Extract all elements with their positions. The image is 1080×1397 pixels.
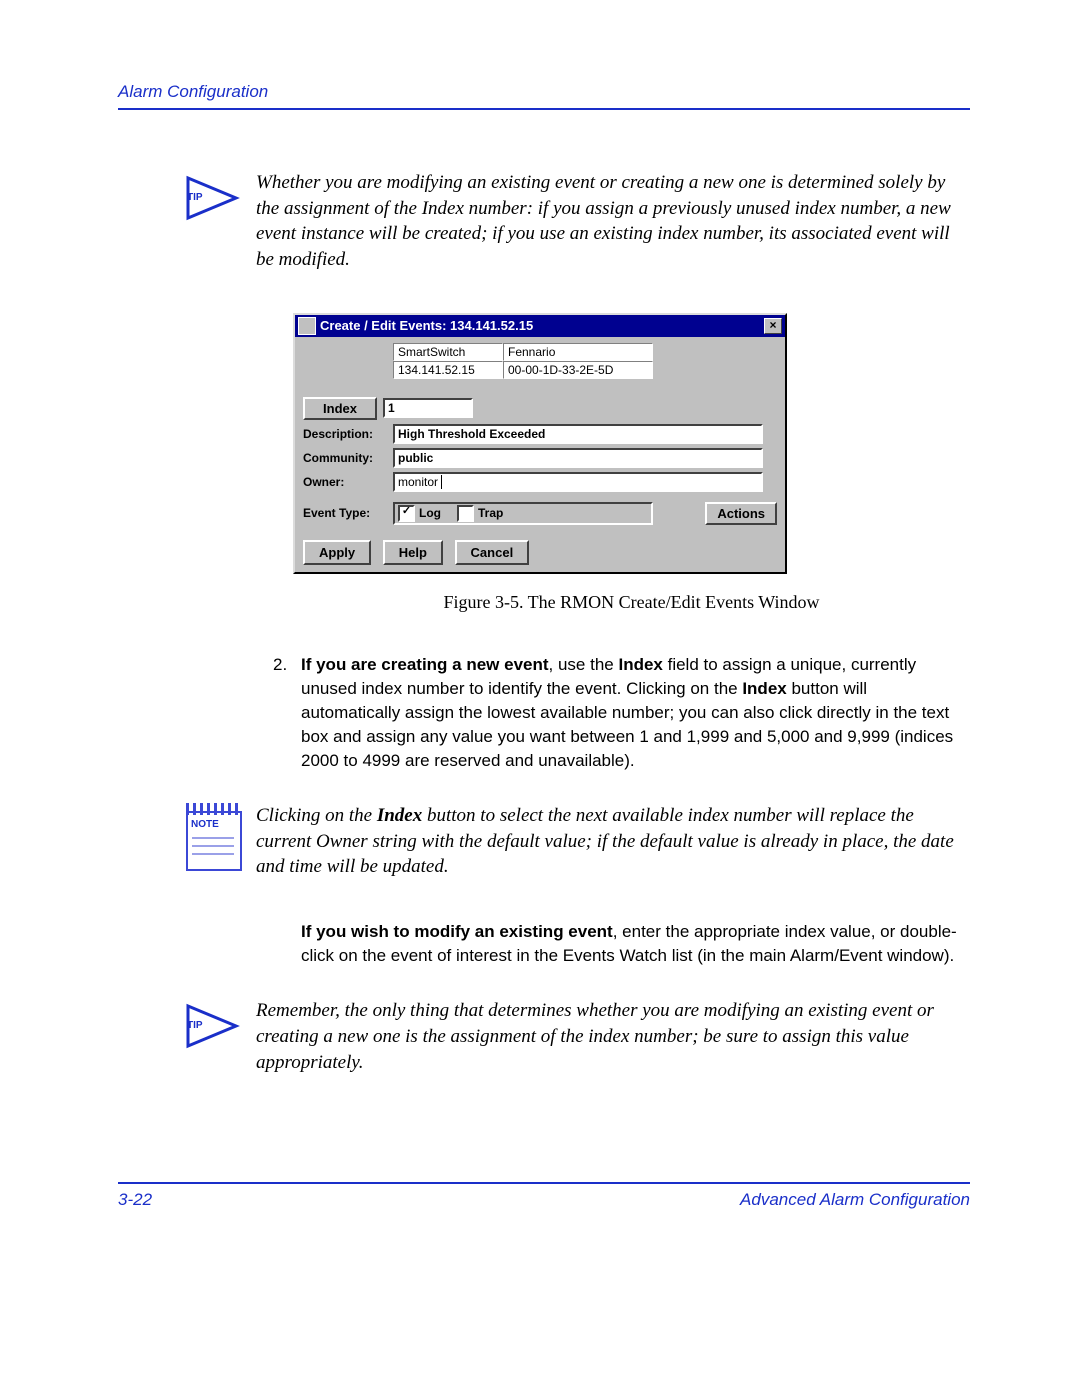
description-input[interactable]: High Threshold Exceeded (393, 424, 763, 444)
create-edit-events-dialog: Create / Edit Events: 134.141.52.15 × Sm… (293, 313, 787, 574)
device-ip-cell: 134.141.52.15 (393, 361, 503, 379)
cancel-button[interactable]: Cancel (455, 540, 530, 565)
app-icon (298, 317, 316, 335)
owner-input[interactable]: monitor (393, 472, 763, 492)
footer-title: Advanced Alarm Configuration (740, 1190, 970, 1210)
device-type-cell: SmartSwitch (393, 343, 503, 361)
community-input[interactable]: public (393, 448, 763, 468)
trap-checkbox-label: Trap (478, 506, 503, 520)
help-button[interactable]: Help (383, 540, 443, 565)
tip-label: TIP (187, 1020, 203, 1031)
note-block: NOTE Clicking on the Index button to sel… (184, 803, 970, 880)
dialog-figure: Create / Edit Events: 134.141.52.15 × Sm… (293, 313, 970, 613)
description-label: Description: (303, 427, 393, 441)
trap-checkbox[interactable] (457, 505, 474, 522)
device-mac-cell: 00-00-1D-33-2E-5D (503, 361, 653, 379)
header-rule (118, 108, 970, 110)
index-button[interactable]: Index (303, 397, 377, 420)
tip-icon: TIP (184, 170, 240, 226)
index-input[interactable]: 1 (383, 398, 473, 418)
close-icon[interactable]: × (764, 318, 782, 334)
section-header: Alarm Configuration (118, 82, 970, 102)
tip-icon: TIP (184, 998, 240, 1054)
page-footer: 3-22 Advanced Alarm Configuration (118, 1182, 970, 1210)
log-checkbox[interactable]: ✓ (398, 505, 415, 522)
note-label: NOTE (191, 819, 219, 830)
note-icon: NOTE (184, 803, 240, 873)
tip-block-2: TIP Remember, the only thing that determ… (184, 998, 970, 1075)
tip2-text: Remember, the only thing that determines… (256, 998, 970, 1075)
log-checkbox-label: Log (419, 506, 441, 520)
device-name-cell: Fennario (503, 343, 653, 361)
apply-button[interactable]: Apply (303, 540, 371, 565)
tip1-text: Whether you are modifying an existing ev… (256, 170, 970, 273)
step-number: 2. (273, 653, 301, 774)
step-2: 2. If you are creating a new event, use … (273, 653, 970, 774)
event-type-label: Event Type: (303, 506, 393, 520)
community-label: Community: (303, 451, 393, 465)
modify-event-paragraph: If you wish to modify an existing event,… (301, 920, 970, 968)
tip-label: TIP (187, 192, 203, 203)
owner-label: Owner: (303, 475, 393, 489)
note-text: Clicking on the Index button to select t… (256, 803, 970, 880)
tip-block-1: TIP Whether you are modifying an existin… (184, 170, 970, 273)
page-number: 3-22 (118, 1190, 152, 1210)
figure-caption: Figure 3-5. The RMON Create/Edit Events … (293, 592, 970, 613)
dialog-titlebar: Create / Edit Events: 134.141.52.15 × (295, 315, 785, 337)
dialog-title: Create / Edit Events: 134.141.52.15 (320, 318, 764, 333)
actions-button[interactable]: Actions (705, 502, 777, 525)
step-text: If you are creating a new event, use the… (301, 653, 970, 774)
